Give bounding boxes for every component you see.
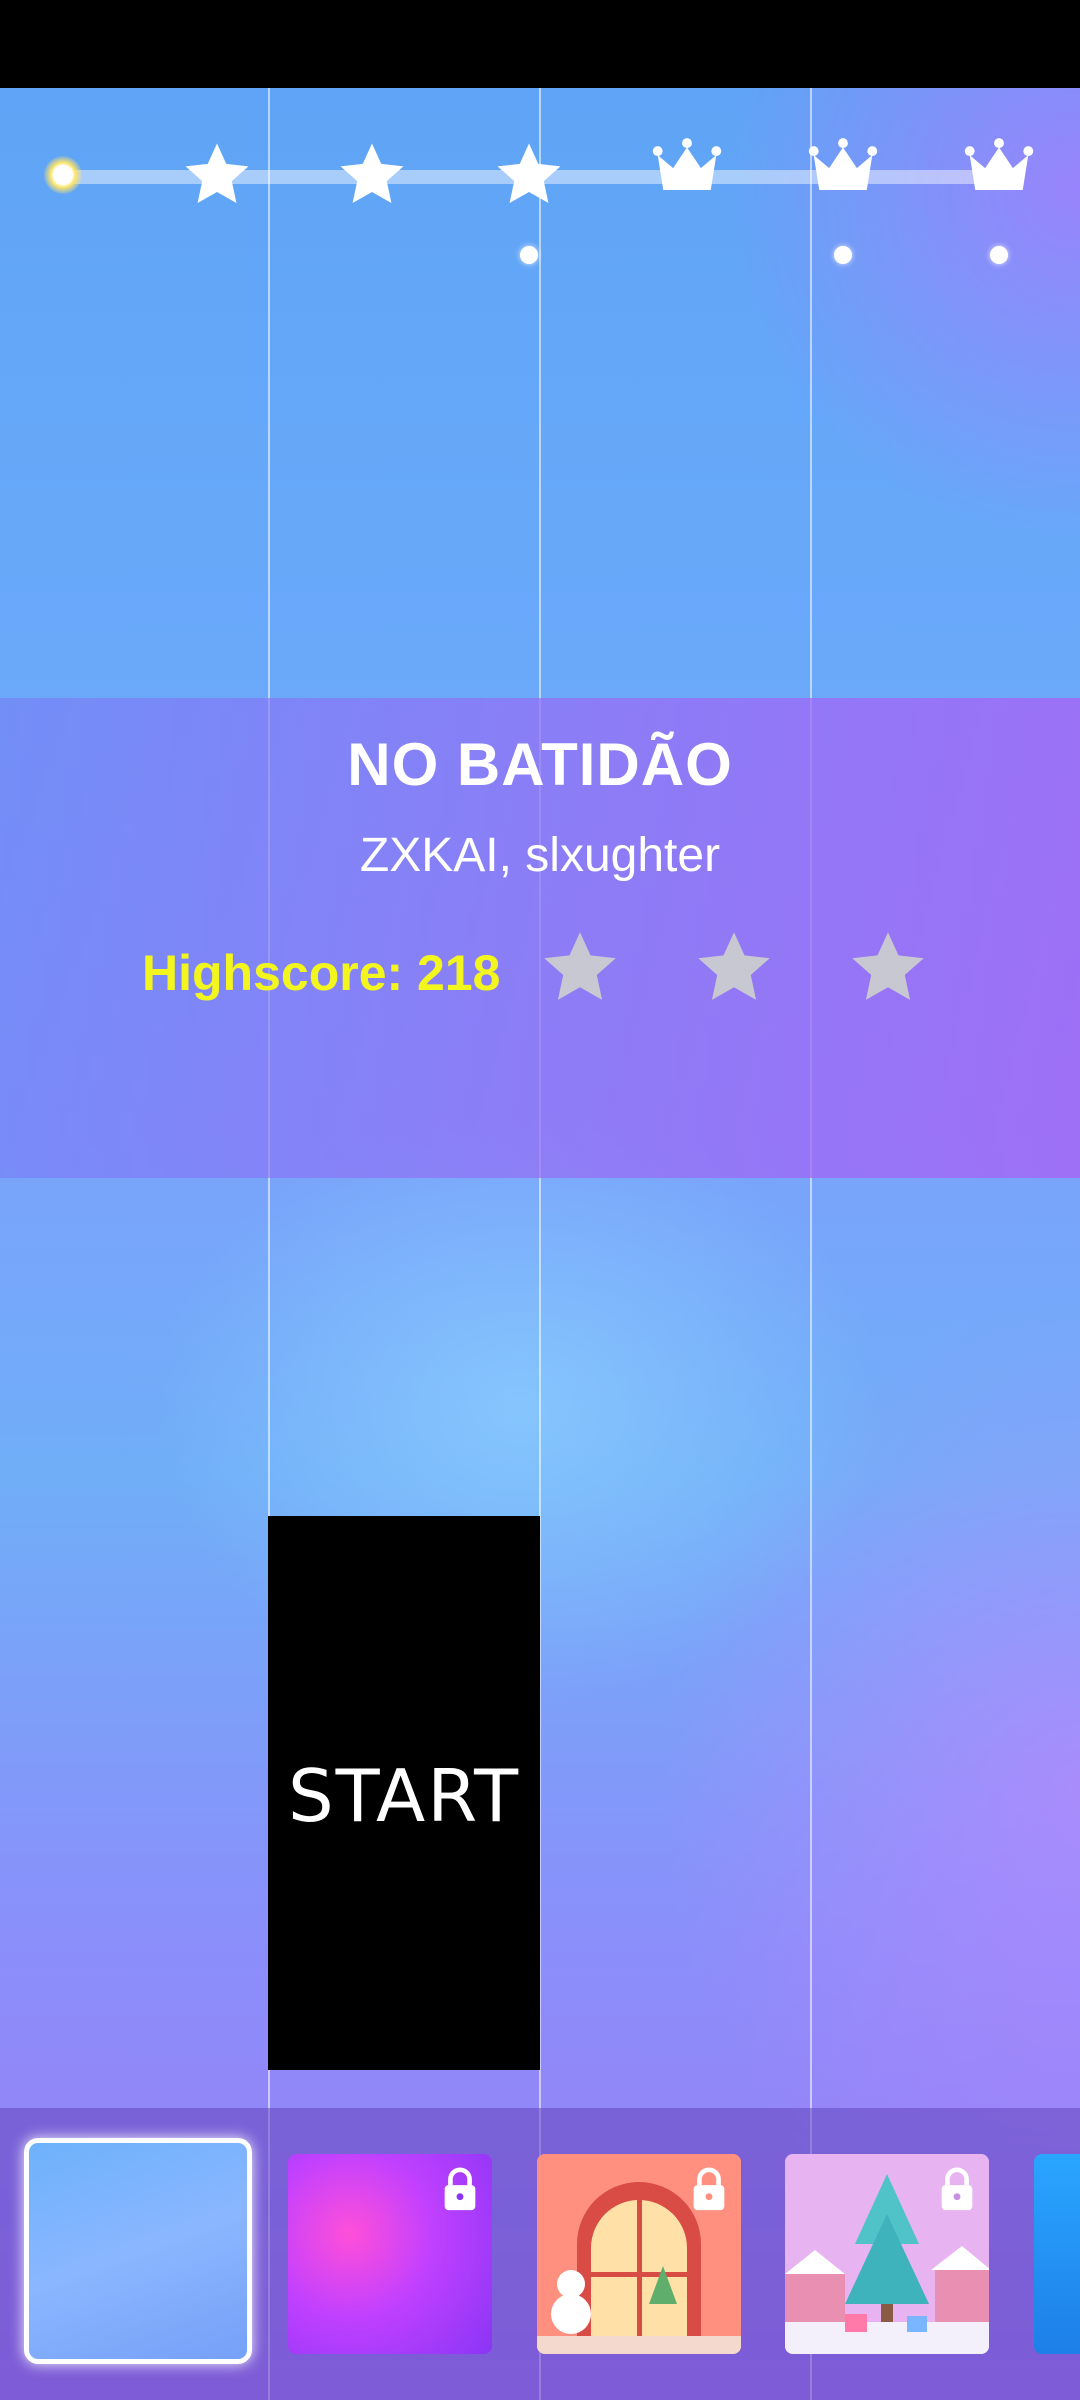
- start-label: START: [287, 1754, 521, 1838]
- star-icon: [846, 926, 930, 1010]
- milestone-dot: [834, 246, 852, 264]
- start-tile[interactable]: START: [268, 1516, 540, 2070]
- lock-icon: [937, 2166, 977, 2212]
- star-icon: [492, 138, 566, 212]
- song-title: NO BATIDÃO: [347, 731, 733, 798]
- crown-icon: [650, 132, 724, 206]
- theme-christmas-tree[interactable]: [785, 2154, 989, 2354]
- milestone-dot: [990, 246, 1008, 264]
- theme-purple-gradient[interactable]: [288, 2154, 492, 2354]
- theme-blue-gradient[interactable]: [24, 2138, 252, 2364]
- lock-icon: [440, 2166, 480, 2212]
- lock-icon: [689, 2166, 729, 2212]
- theme-blue-partial[interactable]: [1034, 2154, 1080, 2354]
- milestone-dot: [520, 246, 538, 264]
- crown-icon: [962, 132, 1036, 206]
- status-bar: [0, 0, 1080, 88]
- star-icon: [335, 138, 409, 212]
- highscore-label: Highscore: 218: [142, 945, 501, 1001]
- theme-christmas-window[interactable]: [537, 2154, 741, 2354]
- lane-divider-3: [810, 88, 812, 2400]
- star-icon: [538, 926, 622, 1010]
- game-board[interactable]: [0, 88, 1080, 2400]
- star-icon: [692, 926, 776, 1010]
- star-icon: [180, 138, 254, 212]
- song-artist: ZXKAI, slxughter: [359, 829, 721, 882]
- crown-icon: [806, 132, 880, 206]
- progress-knob: [44, 156, 82, 194]
